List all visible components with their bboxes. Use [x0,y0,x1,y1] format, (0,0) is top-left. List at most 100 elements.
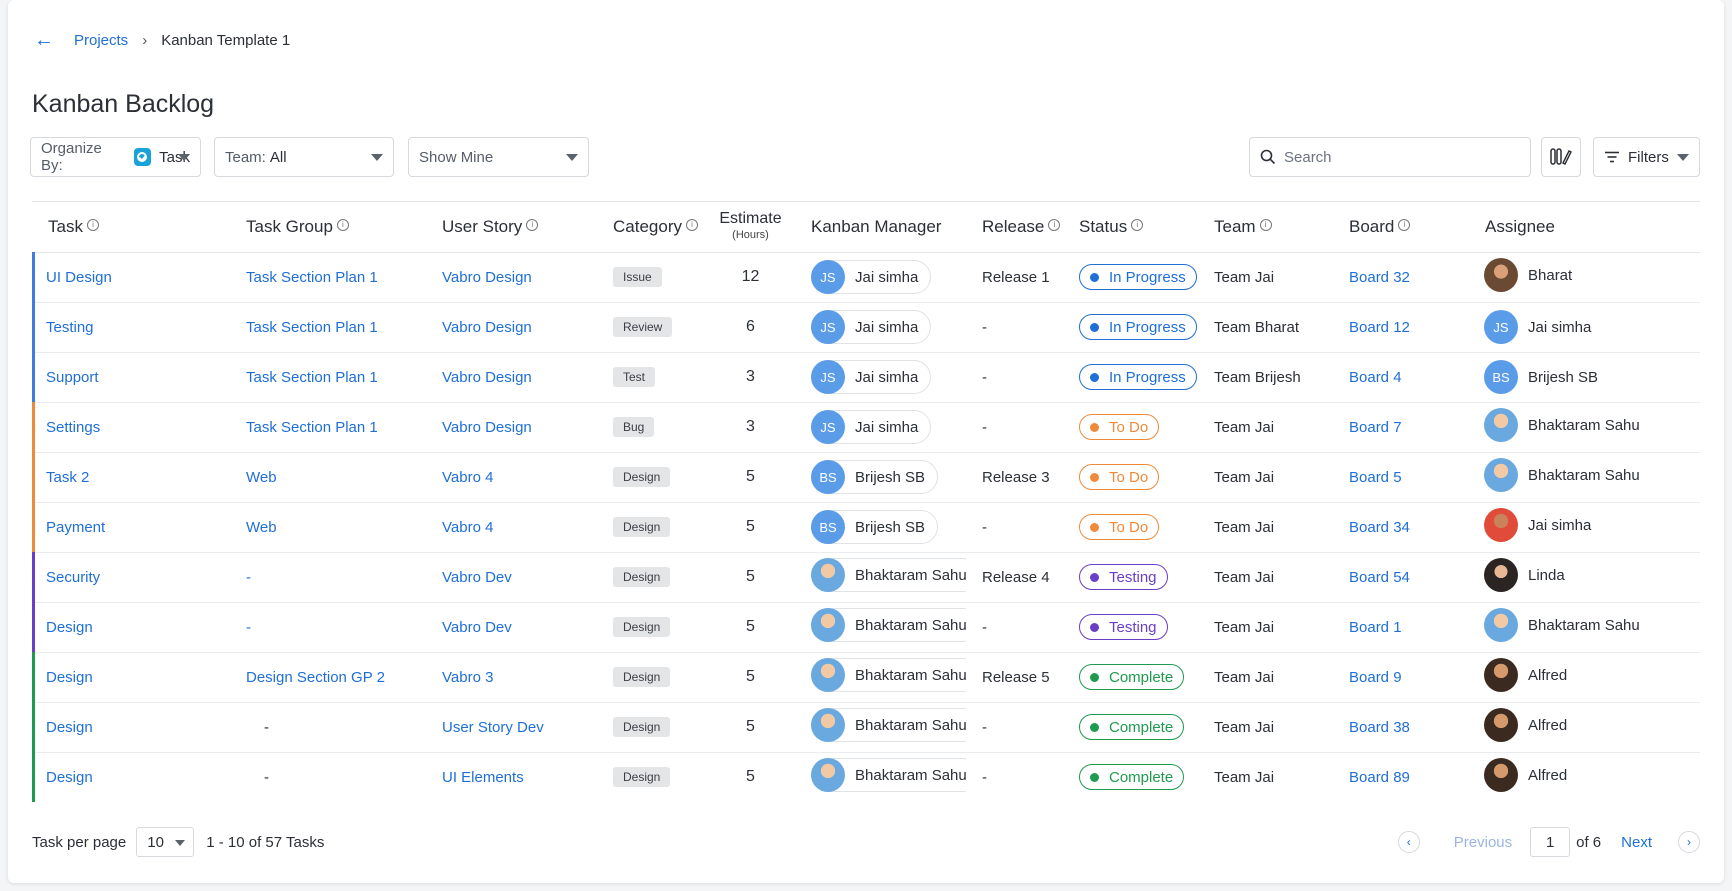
kanban-manager-chip[interactable]: Bhaktaram Sahu [811,658,966,692]
column-header-release[interactable]: Release i [966,202,1063,253]
board-link[interactable]: Board 1 [1349,619,1402,636]
organize-by-select[interactable]: Organize By: Task [30,137,201,177]
task-link[interactable]: Design [46,769,93,786]
assignee-chip[interactable]: Bhaktaram Sahu [1484,408,1640,442]
table-row[interactable]: Design - Vabro Dev Design 5 Bhaktaram Sahu - Te… [32,602,1700,653]
kanban-manager-chip[interactable]: Bhaktaram Sahu [811,608,966,642]
status-badge[interactable]: Complete [1079,764,1185,790]
kanban-manager-chip[interactable]: BS Brijesh SB [811,510,939,544]
board-link[interactable]: Board 12 [1349,319,1410,336]
status-badge[interactable]: To Do [1079,414,1160,440]
user-story-link[interactable]: UI Elements [442,769,524,786]
kanban-manager-chip[interactable]: Bhaktaram Sahu [811,758,966,792]
task-group-link[interactable]: - [246,619,251,636]
filters-button[interactable]: Filters [1593,137,1700,177]
table-row[interactable]: Design - UI Elements Design 5 Bhaktaram Sahu -… [32,752,1700,801]
board-link[interactable]: Board 34 [1349,519,1410,536]
table-row[interactable]: Design - User Story Dev Design 5 Bhaktaram Sa… [32,702,1700,753]
board-link[interactable]: Board 4 [1349,369,1402,386]
status-badge[interactable]: In Progress [1079,364,1197,390]
kanban-manager-chip[interactable]: JS Jai simha [811,360,932,394]
show-mine-select[interactable]: Show Mine [408,137,589,177]
chevron-left-icon[interactable]: ‹ [1397,831,1420,853]
task-link[interactable]: Task 2 [46,469,89,486]
task-link[interactable]: Security [46,569,100,586]
board-link[interactable]: Board 89 [1349,769,1410,786]
user-story-link[interactable]: Vabro Design [442,319,532,336]
task-link[interactable]: Design [46,669,93,686]
kanban-manager-chip[interactable]: Bhaktaram Sahu [811,708,966,742]
user-story-link[interactable]: Vabro Dev [442,569,512,586]
column-header-status[interactable]: Status i [1063,202,1198,253]
search-input[interactable] [1284,148,1524,166]
table-row[interactable]: Task 2 Web Vabro 4 Design 5 BS Brijesh SB Relea… [32,452,1700,503]
column-header-board[interactable]: Board i [1333,202,1469,253]
assignee-chip[interactable]: Alfred [1484,708,1567,742]
board-link[interactable]: Board 38 [1349,719,1410,736]
kanban-manager-chip[interactable]: Bhaktaram Sahu [811,558,966,592]
assignee-chip[interactable]: Linda [1484,558,1565,592]
assignee-chip[interactable]: BS Brijesh SB [1484,360,1598,394]
column-header-estimate[interactable]: Estimate (Hours) [706,202,795,253]
table-row[interactable]: Settings Task Section Plan 1 Vabro Design B… [32,402,1700,453]
assignee-chip[interactable]: Jai simha [1484,508,1591,542]
column-header-category[interactable]: Category i [597,202,706,253]
previous-button[interactable]: Previous [1454,834,1512,851]
kanban-manager-chip[interactable]: JS Jai simha [811,410,932,444]
user-story-link[interactable]: Vabro 3 [442,669,493,686]
team-select[interactable]: Team: All [214,137,394,177]
assignee-chip[interactable]: JS Jai simha [1484,310,1591,344]
user-story-link[interactable]: Vabro Design [442,269,532,286]
task-group-link[interactable]: Task Section Plan 1 [246,369,378,386]
status-badge[interactable]: Testing [1079,564,1168,590]
task-group-link[interactable]: Task Section Plan 1 [246,269,378,286]
task-link[interactable]: Design [46,619,93,636]
task-group-link[interactable]: Design Section GP 2 [246,669,385,686]
breadcrumb-projects-link[interactable]: Projects [74,32,128,49]
kanban-manager-chip[interactable]: JS Jai simha [811,310,932,344]
user-story-link[interactable]: Vabro 4 [442,519,493,536]
task-group-link[interactable]: Task Section Plan 1 [246,419,378,436]
status-badge[interactable]: Complete [1079,714,1185,740]
status-badge[interactable]: To Do [1079,514,1160,540]
task-link[interactable]: Payment [46,519,105,536]
assignee-chip[interactable]: Bhaktaram Sahu [1484,458,1640,492]
table-row[interactable]: Support Task Section Plan 1 Vabro Design Te… [32,352,1700,403]
status-badge[interactable]: Complete [1079,664,1185,690]
table-row[interactable]: Security - Vabro Dev Design 5 Bhaktaram Sahu R… [32,552,1700,603]
per-page-select[interactable]: 10 [136,827,195,857]
task-group-link[interactable]: - [246,569,251,586]
kanban-manager-chip[interactable]: JS Jai simha [811,260,932,294]
task-link[interactable]: Settings [46,419,100,436]
board-link[interactable]: Board 5 [1349,469,1402,486]
kanban-manager-chip[interactable]: BS Brijesh SB [811,460,939,494]
status-badge[interactable]: In Progress [1079,264,1197,290]
task-link[interactable]: Design [46,719,93,736]
task-link[interactable]: Testing [46,319,94,336]
table-row[interactable]: UI Design Task Section Plan 1 Vabro Design… [32,252,1700,303]
board-link[interactable]: Board 9 [1349,669,1402,686]
user-story-link[interactable]: Vabro 4 [442,469,493,486]
column-header-task-group[interactable]: Task Group i [230,202,426,253]
table-row[interactable]: Design Design Section GP 2 Vabro 3 Design 5 B… [32,652,1700,703]
assignee-chip[interactable]: Alfred [1484,758,1567,792]
user-story-link[interactable]: Vabro Dev [442,619,512,636]
back-arrow-icon[interactable]: ← [34,30,60,50]
column-header-task[interactable]: Task i [32,202,230,253]
assignee-chip[interactable]: Alfred [1484,658,1567,692]
column-header-user-story[interactable]: User Story i [426,202,597,253]
user-story-link[interactable]: User Story Dev [442,719,544,736]
board-link[interactable]: Board 54 [1349,569,1410,586]
assignee-chip[interactable]: Bharat [1484,258,1572,292]
status-badge[interactable]: In Progress [1079,314,1197,340]
user-story-link[interactable]: Vabro Design [442,419,532,436]
board-link[interactable]: Board 7 [1349,419,1402,436]
task-group-link[interactable]: Web [246,469,277,486]
task-link[interactable]: Support [46,369,99,386]
chevron-right-icon[interactable]: › [1678,831,1700,853]
page-number-input[interactable] [1530,827,1571,857]
table-row[interactable]: Payment Web Vabro 4 Design 5 BS Brijesh SB - To … [32,502,1700,553]
status-badge[interactable]: To Do [1079,464,1160,490]
user-story-link[interactable]: Vabro Design [442,369,532,386]
table-row[interactable]: Testing Task Section Plan 1 Vabro Design Re… [32,302,1700,353]
